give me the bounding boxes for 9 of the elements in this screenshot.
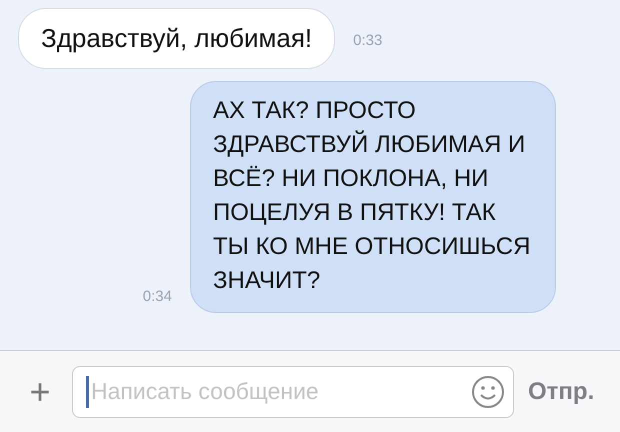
smiley-icon[interactable] bbox=[470, 374, 506, 410]
text-cursor bbox=[86, 376, 89, 408]
message-bubble: Здравствуй, любимая! bbox=[18, 8, 336, 69]
message-input-field[interactable]: Написать сообщение bbox=[72, 366, 514, 418]
attach-button[interactable]: + bbox=[22, 374, 58, 410]
message-time: 0:33 bbox=[353, 32, 382, 51]
message-time: 0:34 bbox=[142, 288, 172, 307]
send-button[interactable]: Отпр. bbox=[528, 378, 594, 406]
message-bubble: АХ ТАК? ПРОСТО ЗДРАВСТВУЙ ЛЮБИМАЯ И ВСЁ? НИ ПОКЛОНА, НИ ПОЦЕЛУЯ В ПЯТКУ! ТАК ТЫ КО МНЕ ОТНОСИШЬСЯ ЗНАЧИТ? bbox=[190, 81, 556, 313]
